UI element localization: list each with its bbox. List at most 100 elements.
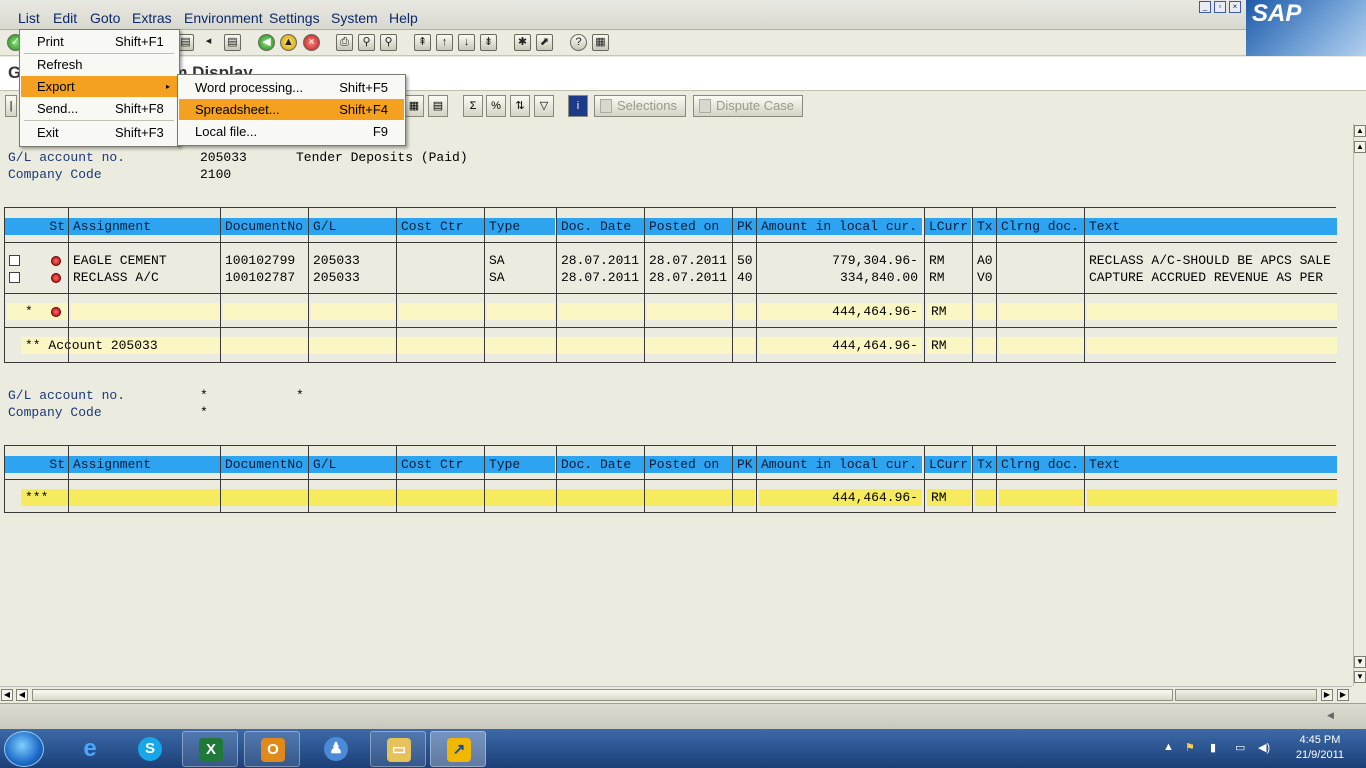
table-row[interactable]: EAGLE CEMENT 100102799 205033 SA 28.07.2011 2…	[5, 252, 1337, 269]
row-select-checkbox[interactable]	[9, 272, 20, 283]
column-header-cost-ctr[interactable]: Cost Ctr	[397, 218, 484, 235]
menu-edit[interactable]: Edit	[53, 10, 77, 26]
menu-item-send[interactable]: Send... Shift+F8	[21, 98, 178, 119]
menu-settings[interactable]: Settings	[269, 10, 320, 26]
find-next-icon[interactable]: ⚲	[380, 34, 397, 51]
exit-icon[interactable]: ▲	[280, 34, 297, 51]
tray-app-icon[interactable]: ⚑	[1185, 741, 1195, 754]
tray-device-icon[interactable]: ▮	[1210, 741, 1216, 754]
total-icon[interactable]: Σ	[463, 95, 483, 117]
column-header-tx[interactable]: Tx	[973, 218, 996, 235]
scroll-up-icon[interactable]: ▲	[1354, 125, 1366, 137]
column-header-st[interactable]: St	[5, 456, 68, 473]
page-left-icon[interactable]: ◀	[16, 689, 28, 701]
menu-item-refresh[interactable]: Refresh	[21, 54, 178, 75]
column-header-posted-on[interactable]: Posted on	[645, 456, 732, 473]
horizontal-scrollbar[interactable]: ◀ ◀ ▶ ▶	[0, 686, 1352, 702]
dispute-case-button[interactable]: Dispute Case	[693, 95, 804, 117]
first-page-icon[interactable]: ⇞	[414, 34, 431, 51]
menu-item-spreadsheet[interactable]: Spreadsheet... Shift+F4	[179, 99, 404, 120]
column-header-pk[interactable]: PK	[733, 456, 756, 473]
first-item-icon[interactable]: |	[5, 95, 17, 117]
menu-environment[interactable]: Environment	[184, 10, 263, 26]
column-header-type[interactable]: Type	[485, 456, 555, 473]
help-icon[interactable]: ?	[570, 34, 587, 51]
scroll-down-icon[interactable]: ▼	[1354, 671, 1366, 683]
menu-item-exit[interactable]: Exit Shift+F3	[21, 122, 178, 143]
choose-layout-icon[interactable]: ▤	[428, 95, 448, 117]
print-icon[interactable]: ⎙	[336, 34, 353, 51]
menu-item-export[interactable]: Export ▸	[21, 76, 178, 97]
previous-page-icon[interactable]: ↑	[436, 34, 453, 51]
column-header-lcurr[interactable]: LCurr	[925, 218, 971, 235]
table-row[interactable]: RECLASS A/C 100102787 205033 SA 28.07.2011 28…	[5, 269, 1337, 286]
column-header-clrng-doc[interactable]: Clrng doc.	[997, 218, 1084, 235]
cancel-icon[interactable]: ×	[303, 34, 320, 51]
column-header-type[interactable]: Type	[485, 218, 555, 235]
restore-icon[interactable]: ▫	[1214, 1, 1226, 13]
scroll-right-icon[interactable]: ▶	[1337, 689, 1349, 701]
menu-item-local-file[interactable]: Local file... F9	[179, 121, 404, 142]
column-header-document-no[interactable]: DocumentNo	[221, 456, 308, 473]
info-icon[interactable]: i	[568, 95, 588, 117]
taskbar-excel[interactable]: X	[182, 731, 238, 767]
column-header-doc-date[interactable]: Doc. Date	[557, 456, 644, 473]
taskbar-outlook[interactable]: O	[244, 731, 300, 767]
horizontal-scroll-track[interactable]	[32, 689, 1173, 701]
page-up-icon[interactable]: ▲	[1354, 141, 1366, 153]
column-header-gl[interactable]: G/L	[309, 218, 396, 235]
history-back-icon[interactable]: ◂	[200, 34, 217, 51]
page-down-icon[interactable]: ▼	[1354, 656, 1366, 668]
menu-help[interactable]: Help	[389, 10, 418, 26]
taskbar-messenger[interactable]: ♟	[308, 731, 364, 767]
network-icon[interactable]: ▭	[1235, 741, 1245, 754]
taskbar-sap[interactable]: ↗	[430, 731, 486, 767]
find-icon[interactable]: ⚲	[358, 34, 375, 51]
shortcut-icon[interactable]: ⬈	[536, 34, 553, 51]
column-header-cost-ctr[interactable]: Cost Ctr	[397, 456, 484, 473]
column-header-amount[interactable]: Amount in local cur.	[757, 456, 922, 473]
column-header-pk[interactable]: PK	[733, 218, 756, 235]
vertical-scrollbar[interactable]: ▲ ▲ ▼ ▼	[1353, 124, 1366, 686]
column-header-tx[interactable]: Tx	[973, 456, 996, 473]
new-session-icon[interactable]: ✱	[514, 34, 531, 51]
status-expand-icon[interactable]: ◀	[1327, 710, 1334, 721]
menu-system[interactable]: System	[331, 10, 378, 26]
show-hidden-icons[interactable]: ▲	[1163, 741, 1174, 753]
column-header-gl[interactable]: G/L	[309, 456, 396, 473]
menu-extras[interactable]: Extras	[132, 10, 172, 26]
close-icon[interactable]: ×	[1229, 1, 1241, 13]
menu-item-print[interactable]: Print Shift+F1	[21, 31, 178, 52]
column-header-doc-date[interactable]: Doc. Date	[557, 218, 644, 235]
system-clock[interactable]: 4:45 PM 21/9/2011	[1296, 733, 1344, 763]
column-header-assignment[interactable]: Assignment	[69, 218, 220, 235]
taskbar-ie[interactable]: e	[62, 731, 118, 767]
start-button[interactable]	[4, 731, 44, 767]
filter-icon[interactable]: ▽	[534, 95, 554, 117]
menu-goto[interactable]: Goto	[90, 10, 120, 26]
column-header-text[interactable]: Text	[1085, 456, 1337, 473]
taskbar-skype[interactable]: S	[122, 731, 178, 767]
volume-icon[interactable]: ◀)	[1258, 741, 1270, 754]
back-icon[interactable]: ◀	[258, 34, 275, 51]
next-page-icon[interactable]: ↓	[458, 34, 475, 51]
column-header-amount[interactable]: Amount in local cur.	[757, 218, 922, 235]
layout-icon[interactable]: ▦	[404, 95, 424, 117]
column-header-clrng-doc[interactable]: Clrng doc.	[997, 456, 1084, 473]
layout-menu-icon[interactable]: ▦	[592, 34, 609, 51]
sort-icon[interactable]: ⇅	[510, 95, 530, 117]
taskbar-explorer[interactable]: ▭	[370, 731, 426, 767]
column-header-st[interactable]: St	[5, 218, 68, 235]
row-select-checkbox[interactable]	[9, 255, 20, 266]
column-header-posted-on[interactable]: Posted on	[645, 218, 732, 235]
selections-button[interactable]: Selections	[594, 95, 686, 117]
menu-list[interactable]: List	[18, 10, 40, 26]
column-header-lcurr[interactable]: LCurr	[925, 456, 971, 473]
last-page-icon[interactable]: ⇟	[480, 34, 497, 51]
column-header-text[interactable]: Text	[1085, 218, 1337, 235]
column-header-assignment[interactable]: Assignment	[69, 456, 220, 473]
subtotal-icon[interactable]: %	[486, 95, 506, 117]
menu-item-word-processing[interactable]: Word processing... Shift+F5	[179, 77, 404, 98]
page-right-icon[interactable]: ▶	[1321, 689, 1333, 701]
column-header-document-no[interactable]: DocumentNo	[221, 218, 308, 235]
